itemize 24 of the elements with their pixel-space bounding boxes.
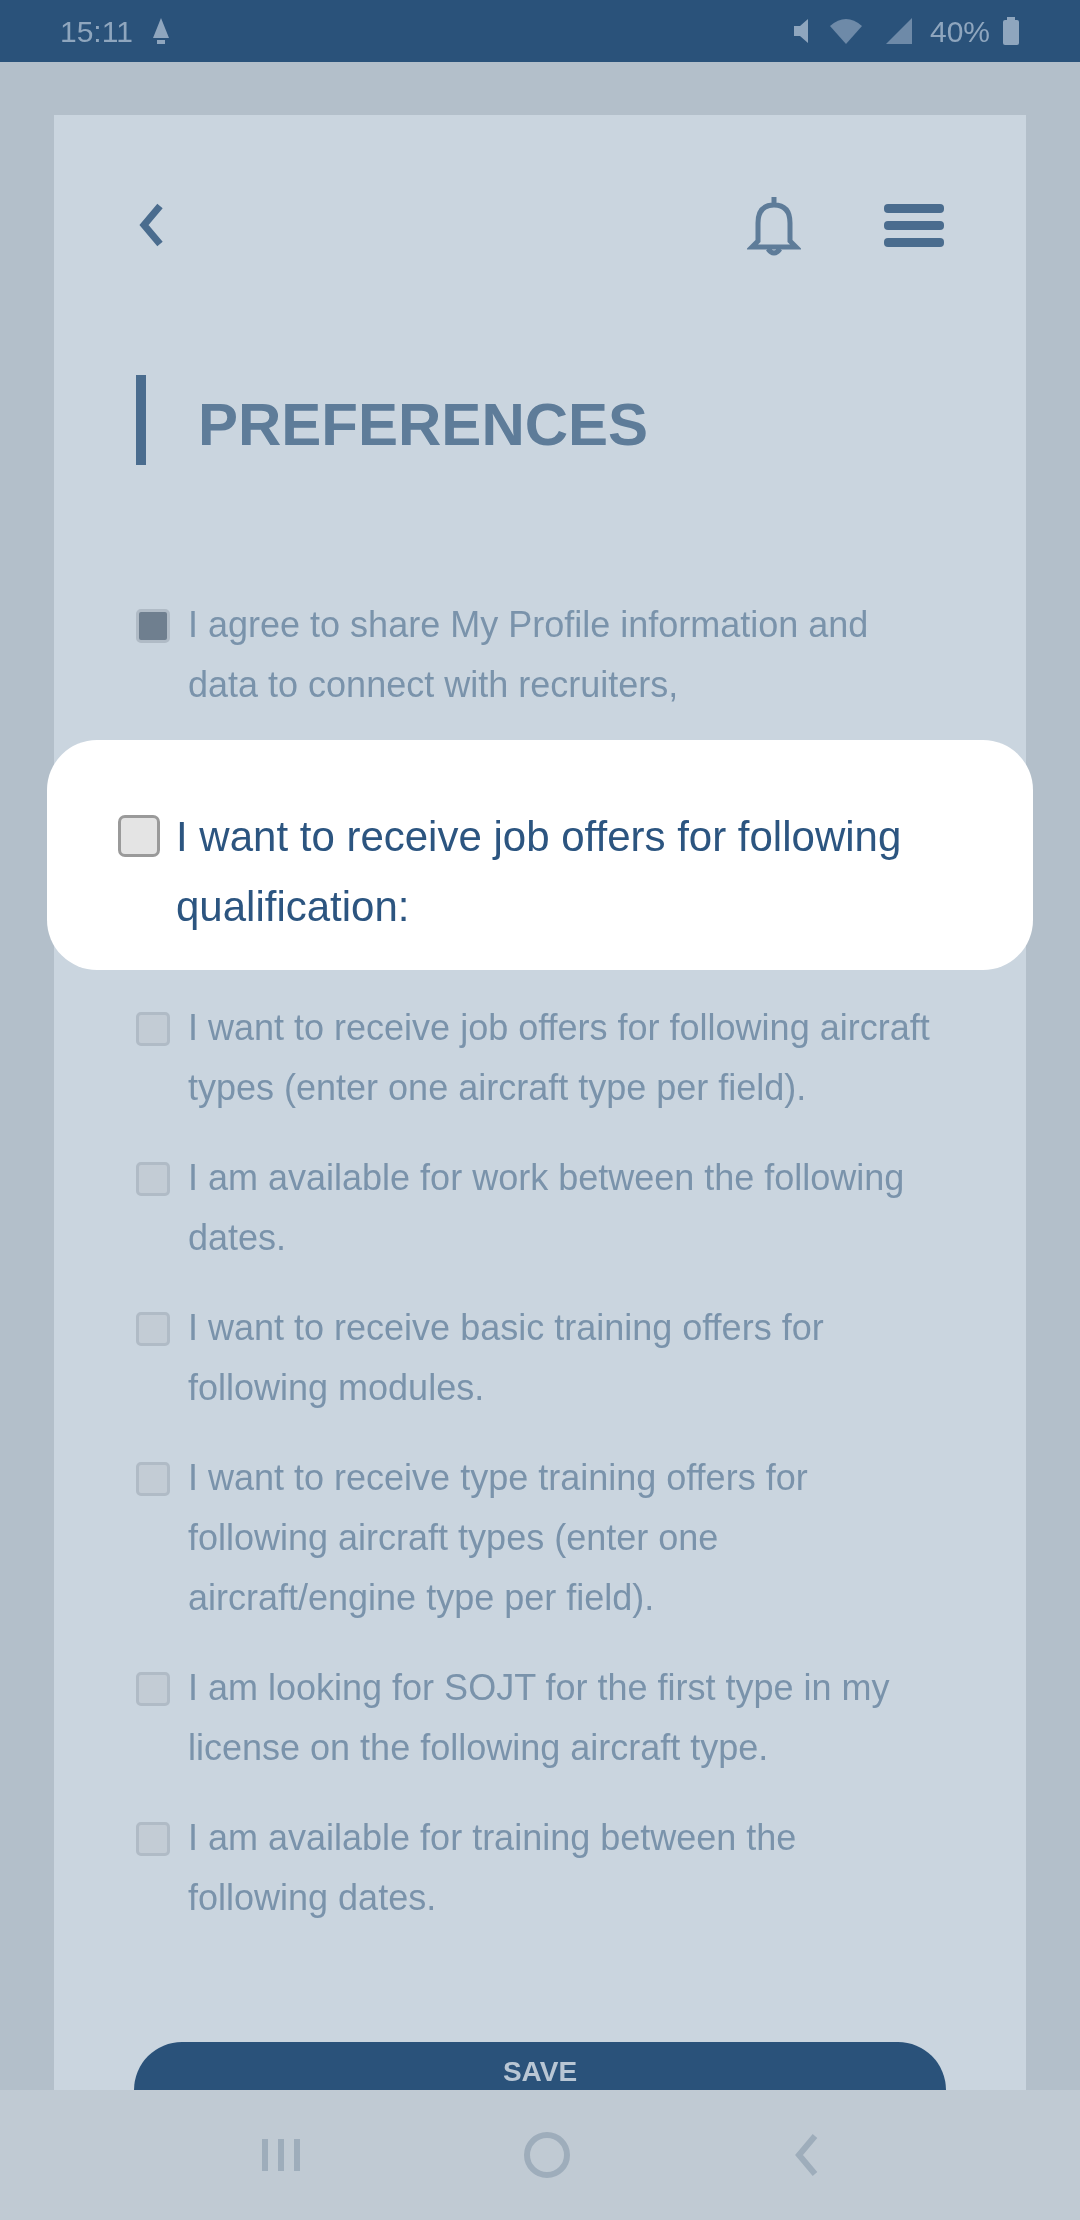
mute-icon: [793, 19, 808, 43]
battery-percent: 40%: [929, 13, 990, 50]
save-button[interactable]: SAVE: [134, 2042, 946, 2090]
checkbox[interactable]: [136, 1462, 170, 1496]
checkbox[interactable]: [136, 609, 170, 643]
option-label: I agree to share My Profile information and data to connect with recruiters,: [188, 603, 870, 707]
option-label: I want to receive job offers for following aircraft types (enter one aircraft type per field).: [188, 1006, 931, 1110]
checkbox[interactable]: [136, 1312, 170, 1346]
checkbox[interactable]: [118, 815, 160, 857]
status-time: 15:11: [60, 13, 133, 50]
page-title: PREFERENCES: [198, 390, 649, 460]
checkbox[interactable]: [136, 1822, 170, 1856]
wifi-icon: [827, 16, 864, 46]
checkbox[interactable]: [136, 1012, 170, 1046]
option-label: I want to receive basic training offers for following modules.: [188, 1306, 825, 1410]
option-label: I want to receive type training offers for following aircraft types (enter one aircraft/engine type per field).: [188, 1456, 809, 1620]
option-label: I am looking for SOJT for the first type in my license on the following aircraft type.: [188, 1666, 891, 1770]
checkbox[interactable]: [136, 1162, 170, 1196]
option-label: I want to receive job offers for following qualification:: [176, 812, 903, 932]
checkbox[interactable]: [136, 1672, 170, 1706]
option-label: I am available for work between the following dates.: [188, 1156, 906, 1260]
home-icon[interactable]: [522, 2130, 572, 2180]
option-label: I am available for training between the following dates.: [188, 1816, 798, 1920]
battery-icon: [1002, 16, 1020, 46]
